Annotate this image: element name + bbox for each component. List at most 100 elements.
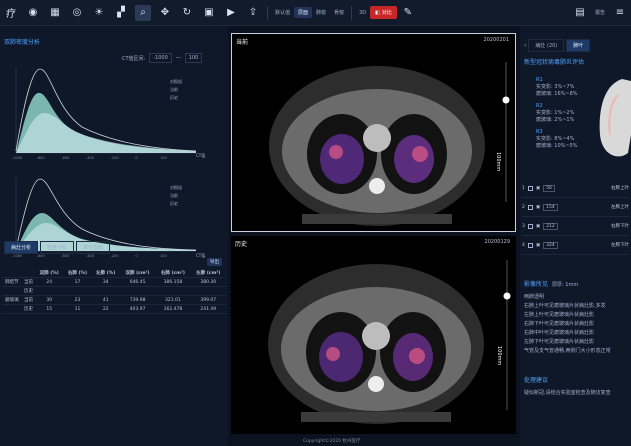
table-row: 历史 15 11 22 403.97 162.478 241.49	[2, 304, 226, 314]
findings-line: 左肺下叶可见磨玻璃片状病灶影	[524, 339, 595, 345]
target-icon[interactable]: ◉	[25, 5, 41, 21]
legend-control: 对照组	[170, 184, 182, 190]
tab-lesions[interactable]: 病灶 (20)	[528, 39, 565, 52]
table-cell	[91, 286, 120, 296]
legend-current: 当前	[170, 192, 178, 198]
brightness-icon[interactable]: ☀	[91, 5, 107, 21]
x-axis-label: CT值	[196, 252, 205, 258]
lesion-number: 4	[522, 242, 525, 248]
legend-control: 对照组	[170, 78, 182, 84]
tab-lung-window[interactable]: 肺窗	[312, 7, 330, 18]
mode-3d-button[interactable]: 3D	[355, 8, 370, 18]
table-cell: 30	[35, 295, 64, 305]
viewer-history[interactable]: 历史 20200129 100mm	[231, 236, 516, 434]
lesion-lobe: 右肺上叶	[611, 186, 629, 191]
menu-icon[interactable]: ≡	[612, 5, 628, 21]
table-row: 磨玻璃 当前 30 23 41 739.98 321.01 399.07	[2, 295, 226, 305]
compare-icon: ◧	[375, 9, 380, 16]
collapse-icon[interactable]: ‹	[524, 42, 526, 49]
report-button[interactable]: 报告	[591, 7, 609, 18]
panel-title: 双肺密度分析	[4, 39, 41, 46]
table-header	[21, 269, 36, 278]
lesion-checkbox[interactable]	[527, 242, 533, 248]
viewer-current[interactable]: 当前 20200201 100mm	[231, 33, 516, 232]
list-item[interactable]: 1 ▣ 56 右肺上叶	[522, 179, 629, 198]
lesion-icon: ▣	[535, 185, 541, 191]
play-icon[interactable]: ▶	[223, 5, 239, 21]
assessment-title: 新型冠状病毒肺炎评估	[524, 59, 585, 66]
metrics-table: 双肺 (%) 右肺 (%) 左肺 (%) 双肺 (cm³) 右肺 (cm³) 左…	[2, 269, 226, 314]
export-icon[interactable]: ⇪	[245, 5, 261, 21]
x-tick-label: -1000	[12, 254, 22, 258]
save-icon[interactable]: ▣	[201, 5, 217, 21]
tab-density-analysis[interactable]: 密度分析	[40, 241, 75, 254]
x-tick-label: -400	[86, 254, 94, 258]
compare-button[interactable]: ◧ 对比	[370, 6, 397, 19]
metrics-table-wrap: 双肺 (%) 右肺 (%) 左肺 (%) 双肺 (cm³) 右肺 (cm³) 左…	[2, 269, 226, 314]
lesion-number: 3	[522, 223, 525, 229]
move-icon[interactable]: ✥	[157, 5, 173, 21]
report-icon[interactable]: ▤	[572, 5, 588, 21]
table-cell: 34	[91, 277, 120, 287]
table-cell	[2, 304, 22, 314]
x-tick-label: -600	[61, 156, 69, 160]
table-cell: 历史	[21, 286, 36, 296]
lesion-icon: ▣	[535, 242, 541, 248]
zoom-search-icon[interactable]: ⌕	[135, 4, 151, 21]
slice-scrollbar[interactable]	[501, 62, 511, 202]
tab-other-metrics[interactable]: 其它指标	[76, 241, 111, 254]
viewer-history-date: 20200129	[484, 239, 510, 245]
ct-range-max-input[interactable]: 100	[184, 53, 203, 63]
toolbar-divider	[267, 5, 268, 20]
eye-icon[interactable]: ◎	[69, 5, 85, 21]
tab-default[interactable]: 默认值	[271, 7, 294, 18]
tab-slice[interactable]: 层面	[294, 7, 313, 18]
findings-line: 右肺中叶可见磨玻璃片状病灶影	[524, 330, 595, 336]
lesion-checkbox[interactable]	[527, 223, 533, 229]
list-item[interactable]: 4 ▣ 324 左肺下叶	[522, 236, 629, 255]
findings-text: 两肺透明 右肺上叶可见磨玻璃片状病灶影,多发 左肺上叶可见磨玻璃片状病灶影 右肺…	[524, 293, 629, 354]
slice-scrollbar[interactable]	[502, 260, 512, 410]
rotate-icon[interactable]: ↻	[179, 5, 195, 21]
density-analysis-panel: 双肺密度分析 CT值区间: -1000 — 100 对照组 当前 历史 CT值 …	[0, 27, 228, 446]
x-tick-label: -1000	[12, 156, 22, 160]
copyright-text: Copyright©2020 杭州医疗	[303, 439, 361, 444]
list-item[interactable]: 2 ▣ 154 左肺上叶	[522, 198, 629, 217]
region-line: 实变影: 3%~7%	[536, 84, 575, 90]
left-tab-cut[interactable]: 疗	[3, 5, 19, 21]
table-cell	[63, 286, 92, 296]
lesion-volume: 154	[543, 203, 558, 211]
findings-line: 左肺上叶可见磨玻璃片状病灶影	[524, 312, 595, 318]
advice-text: 疑似新冠,请结合实验室检查及随访复查	[524, 390, 611, 396]
lesion-checkbox[interactable]	[527, 204, 533, 210]
tab-lobes[interactable]: 肺叶	[566, 39, 591, 52]
table-header: 右肺 (%)	[63, 269, 92, 278]
tab-lesion-analysis[interactable]: 病灶分析	[4, 241, 39, 254]
window-level-icon[interactable]: ▞	[113, 5, 129, 21]
lesion-lobe: 左肺下叶	[611, 243, 629, 248]
findings-line: 两肺透明	[524, 294, 545, 300]
x-tick-label: -200	[111, 254, 119, 258]
legend-history: 历史	[170, 200, 178, 206]
measure-icon[interactable]: ✎	[400, 5, 416, 21]
layout-grid-icon[interactable]: ▦	[47, 5, 63, 21]
x-tick-label: -200	[111, 156, 119, 160]
table-cell: 380.30	[190, 277, 226, 287]
x-tick-label: 100	[160, 156, 167, 160]
table-cell	[155, 286, 191, 296]
x-tick-label: -400	[86, 156, 94, 160]
table-cell: 历史	[21, 304, 36, 314]
table-cell: 当前	[21, 295, 36, 305]
right-panel: ‹ 病灶 (20) 肺叶 新型冠状病毒肺炎评估 R1 实变影: 3%~7% 磨玻…	[520, 27, 631, 446]
table-cell	[35, 286, 64, 296]
ct-range-min-input[interactable]: -1000	[149, 53, 172, 63]
table-cell: 17	[63, 277, 92, 287]
lesion-checkbox[interactable]	[527, 185, 533, 191]
export-button[interactable]: 导出	[207, 258, 222, 266]
region-line: 磨玻璃: 10%~5%	[536, 143, 578, 149]
lesion-number: 1	[522, 185, 525, 191]
tab-bone-window[interactable]: 骨窗	[330, 7, 348, 18]
lung-3d-model	[599, 79, 631, 157]
table-cell: 11	[63, 304, 92, 314]
list-item[interactable]: 3 ▣ 212 右肺下叶	[522, 217, 629, 236]
